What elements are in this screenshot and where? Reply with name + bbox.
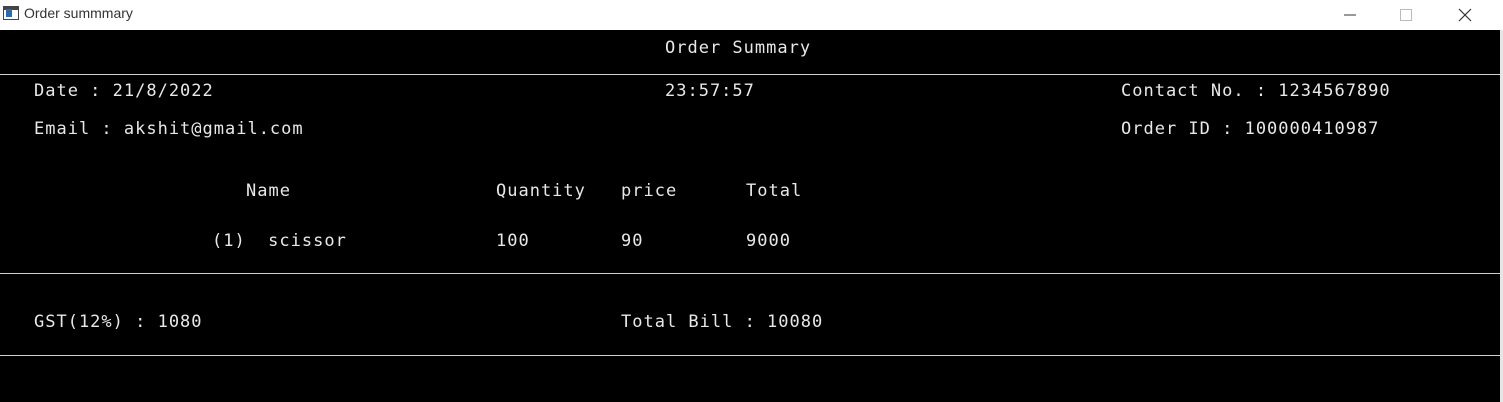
close-icon [1458, 8, 1472, 22]
divider-bottom [0, 355, 1500, 356]
title-bar[interactable]: Order summmary [0, 0, 1503, 30]
close-button[interactable] [1442, 0, 1488, 30]
total-bill: Total Bill : 10080 [621, 312, 824, 332]
contact-number: Contact No. : 1234567890 [1121, 81, 1391, 101]
column-header-quantity: Quantity [496, 181, 586, 201]
minimize-button[interactable] [1327, 0, 1373, 30]
order-id: Order ID : 100000410987 [1121, 119, 1380, 139]
minimize-icon [1344, 14, 1356, 16]
item-name: (1) scissor [212, 231, 347, 251]
maximize-button[interactable] [1383, 0, 1429, 30]
item-total: 9000 [746, 231, 791, 251]
app-icon [3, 6, 19, 20]
order-date: Date : 21/8/2022 [34, 81, 214, 101]
window-title: Order summmary [24, 5, 133, 21]
divider-top [0, 74, 1500, 75]
customer-email: Email : akshit@gmail.com [34, 119, 304, 139]
divider-middle [0, 273, 1500, 274]
order-time: 23:57:57 [665, 81, 755, 101]
column-header-total: Total [746, 181, 803, 201]
gst-amount: GST(12%) : 1080 [34, 312, 203, 332]
maximize-icon [1400, 9, 1412, 21]
item-quantity: 100 [496, 231, 530, 251]
column-header-name: Name [246, 181, 291, 201]
item-price: 90 [621, 231, 644, 251]
report-heading: Order Summary [665, 38, 812, 58]
column-header-price: price [621, 181, 678, 201]
